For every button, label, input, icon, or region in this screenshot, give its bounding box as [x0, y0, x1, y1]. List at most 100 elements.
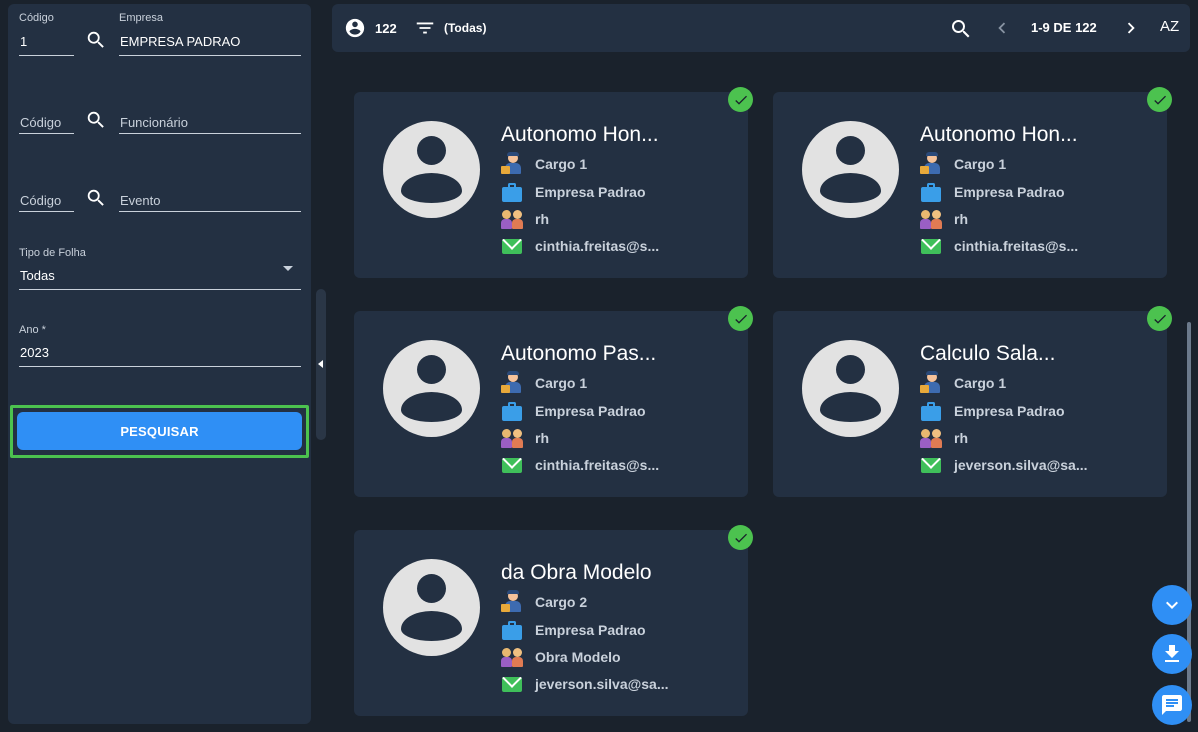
empresa-codigo-label: Código — [19, 12, 54, 24]
worker-icon — [501, 152, 523, 175]
employee-card[interactable]: Calculo Sala... Cargo 1 Empresa Padrao r… — [773, 306, 1172, 497]
search-icon — [952, 20, 970, 38]
employee-name: Autonomo Pas... — [501, 342, 657, 365]
funcionario-codigo-placeholder: Código — [20, 115, 62, 130]
scroll-down-fab[interactable] — [1152, 585, 1192, 625]
avatar — [802, 121, 899, 218]
evento-name-field[interactable]: Evento — [119, 186, 301, 212]
chat-icon — [1162, 695, 1182, 715]
chat-fab[interactable] — [1152, 685, 1192, 725]
email-text: jeverson.silva@sa... — [535, 676, 669, 692]
card-departamento: rh — [920, 427, 968, 449]
prev-page-button[interactable] — [991, 17, 1013, 39]
check-circle-icon — [1147, 87, 1172, 112]
caret-left-icon[interactable] — [318, 360, 323, 368]
funcionario-name-field[interactable]: Funcionário — [119, 108, 301, 134]
email-icon — [501, 673, 523, 695]
empresa-text: Empresa Padrao — [535, 622, 646, 638]
avatar — [383, 559, 480, 656]
funcionario-codigo-field[interactable]: Código — [19, 108, 74, 134]
briefcase-icon — [501, 400, 523, 422]
next-page-button[interactable] — [1120, 17, 1142, 39]
check-circle-icon — [728, 306, 753, 331]
sort-button[interactable]: AZ — [1160, 18, 1179, 35]
email-text: cinthia.freitas@s... — [535, 238, 660, 254]
filter-panel: Código 1 Empresa EMPRESA PADRAO Código F… — [8, 4, 311, 724]
email-text: jeverson.silva@sa... — [954, 457, 1088, 473]
card-email: cinthia.freitas@s... — [501, 454, 659, 476]
evento-name-placeholder: Evento — [120, 193, 161, 208]
card-empresa: Empresa Padrao — [501, 619, 646, 641]
ano-field[interactable]: Ano * 2023 — [19, 324, 301, 367]
departamento-text: rh — [954, 211, 968, 227]
employee-name: Autonomo Hon... — [501, 123, 659, 146]
search-icon[interactable] — [85, 109, 107, 131]
employee-name: da Obra Modelo — [501, 561, 652, 584]
empresa-codigo-value: 1 — [20, 34, 28, 49]
tipo-folha-select[interactable]: Tipo de Folha Todas — [19, 247, 301, 290]
email-icon — [501, 235, 523, 257]
card-departamento: rh — [501, 208, 549, 230]
people-icon — [501, 427, 523, 449]
download-fab[interactable] — [1152, 634, 1192, 674]
worker-icon — [501, 590, 523, 613]
sort-az-icon: AZ — [1160, 18, 1180, 35]
departamento-text: rh — [535, 430, 549, 446]
empresa-name-field[interactable]: Empresa EMPRESA PADRAO — [119, 12, 301, 56]
empresa-text: Empresa Padrao — [954, 184, 1065, 200]
card-email: cinthia.freitas@s... — [501, 235, 659, 257]
briefcase-icon — [920, 181, 942, 203]
pagination-text: 1-9 DE 122 — [1031, 20, 1097, 35]
card-departamento: rh — [501, 427, 549, 449]
empresa-text: Empresa Padrao — [535, 403, 646, 419]
avatar — [802, 340, 899, 437]
filter-icon — [416, 22, 434, 34]
search-icon[interactable] — [85, 29, 107, 51]
card-departamento: Obra Modelo — [501, 646, 621, 668]
filter-toggle[interactable]: (Todas) — [414, 17, 486, 39]
card-cargo: Cargo 2 — [501, 590, 588, 613]
evento-codigo-field[interactable]: Código — [19, 186, 74, 212]
evento-codigo-placeholder: Código — [20, 193, 62, 208]
cargo-text: Cargo 1 — [535, 156, 588, 172]
people-icon — [501, 208, 523, 230]
departamento-text: rh — [954, 430, 968, 446]
cargo-text: Cargo 1 — [954, 375, 1007, 391]
worker-icon — [920, 152, 942, 175]
email-icon — [501, 454, 523, 476]
worker-icon — [501, 371, 523, 394]
check-circle-icon — [1147, 306, 1172, 331]
empresa-codigo-field[interactable]: Código 1 — [19, 12, 74, 56]
search-button[interactable]: PESQUISAR — [17, 412, 302, 450]
cargo-text: Cargo 2 — [535, 594, 588, 610]
employee-card[interactable]: Autonomo Hon... Cargo 1 Empresa Padrao r… — [773, 87, 1172, 278]
check-circle-icon — [728, 87, 753, 112]
card-email: jeverson.silva@sa... — [501, 673, 669, 695]
download-icon — [1165, 645, 1179, 662]
tipo-folha-label: Tipo de Folha — [19, 247, 86, 259]
check-circle-icon — [728, 525, 753, 550]
card-empresa: Empresa Padrao — [920, 400, 1065, 422]
email-text: cinthia.freitas@s... — [954, 238, 1079, 254]
employee-card[interactable]: da Obra Modelo Cargo 2 Empresa Padrao Ob… — [354, 525, 753, 716]
email-icon — [920, 454, 942, 476]
chevron-right-icon — [1127, 22, 1135, 34]
card-departamento: rh — [920, 208, 968, 230]
funcionario-name-placeholder: Funcionário — [120, 115, 188, 130]
top-toolbar: 122 (Todas) 1-9 DE 122 AZ — [332, 4, 1190, 52]
caret-down-icon — [283, 266, 293, 271]
count-value: 122 — [375, 20, 397, 36]
toolbar-search-button[interactable] — [949, 17, 973, 41]
briefcase-icon — [501, 619, 523, 641]
empresa-text: Empresa Padrao — [954, 403, 1065, 419]
account-circle-icon — [345, 18, 365, 38]
search-icon[interactable] — [85, 187, 107, 209]
briefcase-icon — [920, 400, 942, 422]
employee-card[interactable]: Autonomo Hon... Cargo 1 Empresa Padrao r… — [354, 87, 753, 278]
people-icon — [501, 646, 523, 668]
avatar — [383, 121, 480, 218]
employee-card[interactable]: Autonomo Pas... Cargo 1 Empresa Padrao r… — [354, 306, 753, 497]
ano-value: 2023 — [20, 345, 49, 360]
card-cargo: Cargo 1 — [920, 371, 1007, 394]
filter-value: (Todas) — [444, 21, 487, 35]
